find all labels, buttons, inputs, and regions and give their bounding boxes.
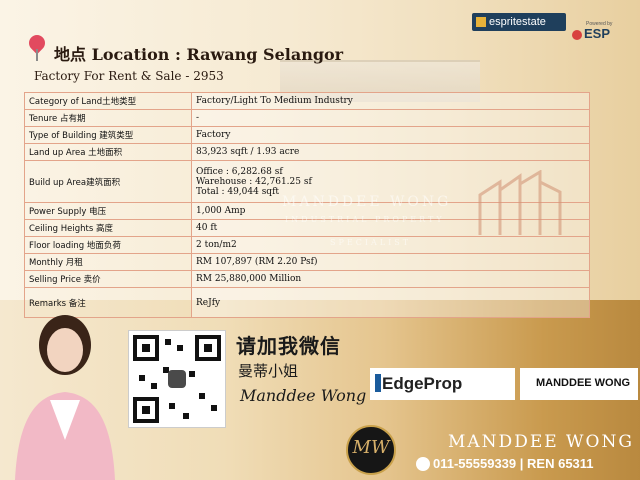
spec-label: Tenure 占有期 — [24, 109, 192, 127]
spec-row: Land up Area 土地面积 83,923 sqft / 1.93 acre — [24, 143, 590, 161]
spec-value: 83,923 sqft / 1.93 acre — [191, 143, 590, 161]
location-pin-stick — [36, 49, 38, 61]
spec-label: Monthly 月租 — [24, 253, 192, 271]
spec-label: Power Supply 电压 — [24, 202, 192, 220]
qr-pattern — [133, 335, 221, 423]
esp-text: ESP — [584, 26, 611, 41]
spec-value: - — [191, 109, 590, 127]
spec-label: Land up Area 土地面积 — [24, 143, 192, 161]
watermark-building-icon — [478, 170, 562, 235]
spec-value: RM 25,880,000 Million — [191, 270, 590, 288]
spec-label: Floor loading 地面负荷 — [24, 236, 192, 254]
watermark-specialist: SPECIALIST — [330, 238, 412, 247]
spec-row: Selling Price 卖价 RM 25,880,000 Million — [24, 270, 590, 288]
agent-signature: Manddee Wong — [240, 386, 367, 405]
phone-number[interactable]: 011-55559339 — [433, 456, 516, 471]
location-title: 地点 Location : Rawang Selangor — [54, 41, 343, 65]
spec-value: Factory/Light To Medium Industry — [191, 92, 590, 110]
separator: | — [519, 456, 528, 471]
brand-name: espritestate — [489, 16, 546, 28]
watermark-tagline: INDUSTRIAL PROPERTY — [285, 215, 445, 224]
espritestate-icon — [476, 17, 486, 28]
listing-subtitle: Factory For Rent & Sale - 2953 — [34, 69, 224, 83]
spec-label: Build up Area建筑面积 — [24, 160, 192, 203]
spec-row: Tenure 占有期 - — [24, 109, 590, 127]
contact-line: 011-55559339 | REN 65311 — [433, 456, 594, 471]
location-prefix: 地点 — [54, 45, 87, 64]
mw-logo-text: MW — [352, 437, 390, 458]
spec-value: ReJfy — [191, 287, 590, 318]
spec-label: Category of Land土地类型 — [24, 92, 192, 110]
agent-name-large: MANDDEE WONG — [448, 432, 634, 452]
ren-number: REN 65311 — [527, 456, 594, 471]
spec-value: RM 107,897 (RM 2.20 Psf) — [191, 253, 590, 271]
location-text: Location : Rawang Selangor — [91, 45, 344, 64]
espritestate-logo: espritestate — [472, 13, 566, 31]
esp-globe-icon — [572, 29, 582, 40]
spec-label: Selling Price 卖价 — [24, 270, 192, 288]
spec-row: Type of Building 建筑类型 Factory — [24, 126, 590, 144]
spec-row: Category of Land土地类型 Factory/Light To Med… — [24, 92, 590, 110]
watermark-name: MANDDEE WONG — [282, 194, 452, 210]
edgeprop-icon — [375, 374, 381, 392]
wechat-cta: 请加我微信 — [236, 334, 341, 358]
phone-icon — [416, 457, 430, 471]
esp-logo: ESP — [572, 26, 610, 41]
edgeprop-logo: EdgeProp — [382, 374, 463, 393]
spec-value: Factory — [191, 126, 590, 144]
agent-photo — [15, 315, 115, 480]
agent-name-label: MANDDEE WONG — [536, 377, 631, 389]
spec-row: Monthly 月租 RM 107,897 (RM 2.20 Psf) — [24, 253, 590, 271]
wechat-qr-code[interactable] — [128, 330, 226, 428]
spec-label: Ceiling Heights 高度 — [24, 219, 192, 237]
agent-name-chinese: 曼蒂小姐 — [238, 362, 299, 380]
spec-label: Type of Building 建筑类型 — [24, 126, 192, 144]
